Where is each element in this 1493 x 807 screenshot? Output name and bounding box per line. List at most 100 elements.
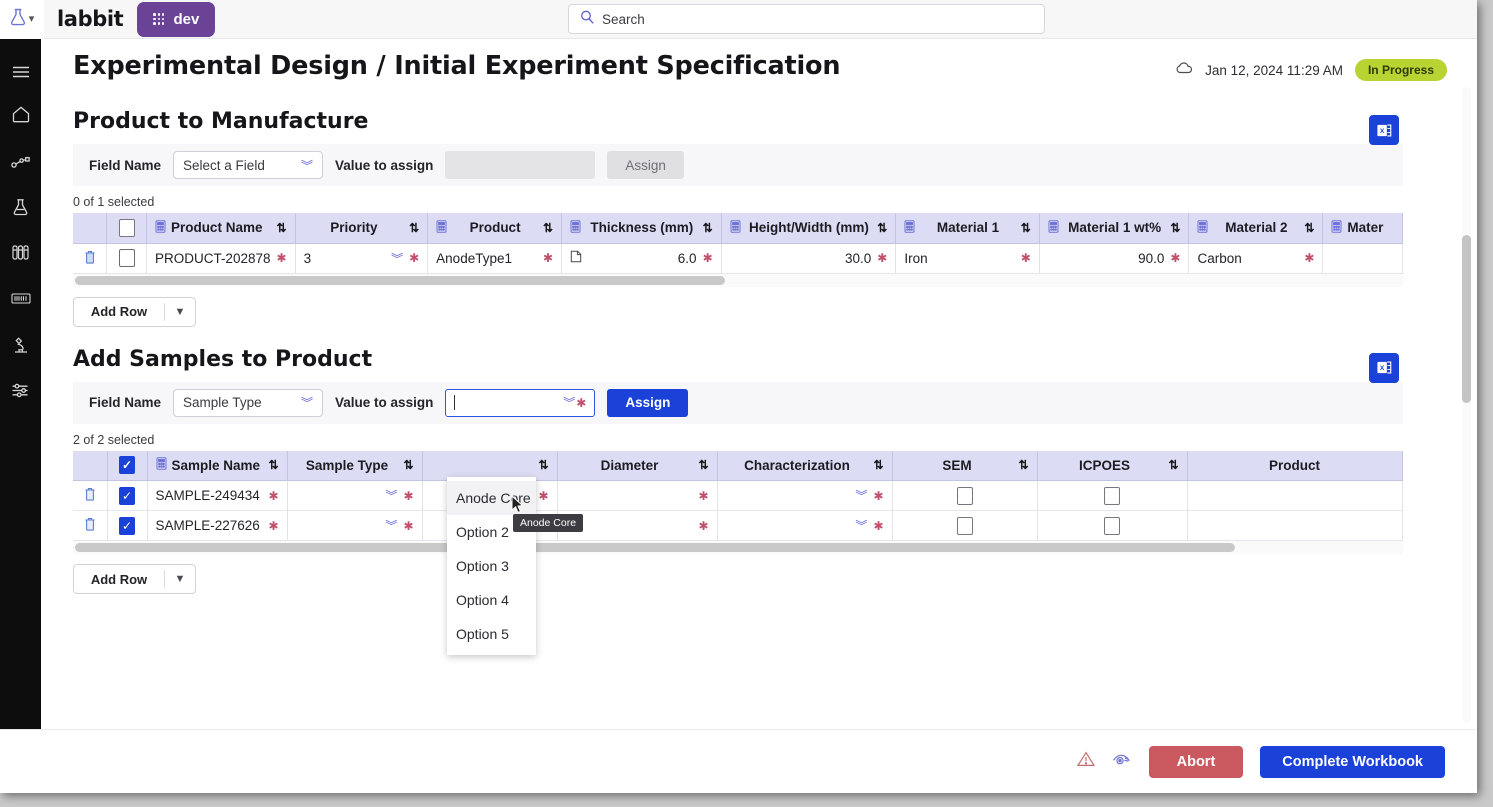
sort-icon[interactable]: ⇅ (1018, 458, 1028, 472)
add-row-button[interactable]: Add Row ▼ (73, 296, 196, 327)
col-thickness[interactable]: Thickness (mm) ⇅ (561, 213, 722, 244)
sort-icon[interactable]: ⇅ (277, 221, 287, 235)
cell-sample-type[interactable]: ︾ ✱ (287, 510, 423, 541)
sidebar-item-instruments[interactable] (0, 324, 41, 370)
sort-icon[interactable]: ⇅ (1021, 221, 1031, 235)
cell-priority[interactable]: 3 ︾ ✱ (295, 243, 429, 274)
row-checkbox[interactable] (118, 249, 135, 267)
sort-icon[interactable]: ⇅ (268, 458, 278, 472)
cell-characterization[interactable]: ︾ ✱ (717, 480, 893, 511)
cell-delete[interactable] (73, 510, 108, 541)
sem-checkbox[interactable] (956, 516, 973, 535)
sort-icon[interactable]: ⇅ (698, 458, 708, 472)
col-select-all[interactable]: ✓ (107, 450, 148, 481)
col-product-name[interactable]: Product Name ⇅ (146, 213, 296, 244)
scroll-thumb[interactable] (1462, 235, 1471, 403)
sort-icon[interactable]: ⇅ (1168, 458, 1178, 472)
select-all-checkbox[interactable] (118, 218, 135, 237)
value-to-assign-input[interactable] (445, 151, 596, 179)
sidebar-item-samples[interactable] (0, 232, 41, 278)
chevron-down-icon[interactable]: ︾ (391, 250, 403, 267)
col-obscured[interactable]: ⇅ (422, 450, 558, 481)
sidebar-item-menu-toggle[interactable] (0, 54, 41, 94)
select-all-checkbox[interactable]: ✓ (119, 456, 135, 475)
cell-product[interactable] (1187, 510, 1403, 541)
col-material-1-wt[interactable]: Material 1 wt% ⇅ (1039, 213, 1190, 244)
cell-material-1[interactable]: Iron ✱ (895, 243, 1040, 274)
cell-sem[interactable] (892, 480, 1038, 511)
complete-workbook-button[interactable]: Complete Workbook (1260, 745, 1445, 778)
chevron-down-icon[interactable]: ▼ (165, 573, 195, 585)
scroll-thumb[interactable] (75, 543, 1235, 552)
excel-export-icon[interactable]: X (1369, 115, 1399, 145)
chevron-down-icon[interactable]: ︾ (385, 487, 397, 504)
icpoes-checkbox[interactable] (1104, 486, 1120, 505)
eye-review-icon[interactable] (1112, 752, 1132, 771)
col-height-width[interactable]: Height/Width (mm) ⇅ (721, 213, 897, 244)
cell-characterization[interactable]: ︾ ✱ (717, 510, 893, 541)
cell-row-select[interactable]: ✓ (107, 480, 148, 511)
sort-icon[interactable]: ⇅ (1170, 221, 1180, 235)
cell-thickness[interactable]: 6.0 ✱ (561, 243, 722, 274)
sem-checkbox[interactable] (956, 486, 973, 505)
chevron-down-icon[interactable]: ︾ (563, 394, 575, 411)
sort-icon[interactable]: ⇅ (409, 221, 419, 235)
cell-product[interactable] (1187, 480, 1403, 511)
cell-diameter[interactable]: ✱ (557, 480, 718, 511)
cell-material-3-partial[interactable] (1322, 243, 1403, 274)
sort-icon[interactable]: ⇅ (543, 221, 553, 235)
field-name-select[interactable]: Select a Field ︾ (173, 151, 324, 179)
app-logo[interactable]: labbit (57, 7, 124, 31)
cell-sample-name[interactable]: SAMPLE-249434 ✱ (147, 480, 288, 511)
col-sample-name[interactable]: Sample Name ⇅ (147, 450, 288, 481)
field-name-select[interactable]: Sample Type ︾ (173, 388, 324, 417)
trash-icon[interactable] (84, 517, 96, 534)
row-checkbox[interactable]: ✓ (119, 516, 135, 535)
col-priority[interactable]: Priority ⇅ (295, 213, 429, 244)
chevron-down-icon[interactable]: ︾ (855, 517, 867, 534)
search-input[interactable]: Search (568, 4, 1045, 34)
products-table-hscrollbar[interactable] (73, 273, 1403, 287)
sidebar-item-workflows[interactable] (0, 140, 41, 186)
sort-icon[interactable]: ⇅ (703, 221, 713, 235)
cell-product[interactable]: AnodeType1 ✱ (427, 243, 563, 274)
col-material-1[interactable]: Material 1 ⇅ (895, 213, 1040, 244)
dropdown-affordance[interactable]: ︾ ✱ (563, 394, 586, 411)
col-material-3-partial[interactable]: Mater (1322, 213, 1403, 244)
dropdown-option-4[interactable]: Option 4 (447, 583, 536, 617)
cell-sample-type[interactable]: ︾ ✱ (287, 480, 423, 511)
col-material-2[interactable]: Material 2 ⇅ (1188, 213, 1324, 244)
cell-material-2[interactable]: Carbon ✱ (1188, 243, 1324, 274)
note-icon[interactable] (570, 250, 582, 266)
col-sem[interactable]: SEM ⇅ (892, 450, 1038, 481)
col-product[interactable]: Product (1187, 450, 1403, 481)
trash-icon[interactable] (84, 487, 96, 504)
sort-icon[interactable]: ⇅ (873, 458, 883, 472)
chevron-down-icon[interactable]: ︾ (855, 487, 867, 504)
icpoes-checkbox[interactable] (1104, 516, 1120, 535)
page-vscrollbar[interactable] (1462, 87, 1471, 723)
value-to-assign-input[interactable]: ︾ ✱ (445, 388, 596, 417)
cell-icpoes[interactable] (1037, 510, 1188, 541)
sidebar-item-barcodes[interactable] (0, 278, 41, 324)
cell-delete[interactable] (73, 243, 108, 274)
cell-row-select[interactable] (106, 243, 147, 274)
dropdown-option-3[interactable]: Option 3 (447, 549, 536, 583)
sidebar-item-home[interactable] (0, 94, 41, 140)
cell-sample-name[interactable]: SAMPLE-227626 ✱ (147, 510, 288, 541)
row-checkbox[interactable]: ✓ (119, 486, 135, 505)
col-product[interactable]: Product ⇅ (427, 213, 563, 244)
chevron-down-icon[interactable]: ▼ (165, 306, 195, 318)
sort-icon[interactable]: ⇅ (403, 458, 413, 472)
col-select-all[interactable] (106, 213, 147, 244)
trash-icon[interactable] (84, 250, 96, 267)
excel-export-icon[interactable]: X (1369, 352, 1399, 383)
sort-icon[interactable]: ⇅ (1304, 221, 1314, 235)
chevron-down-icon[interactable]: ︾ (385, 517, 397, 534)
sidebar-item-settings[interactable] (0, 370, 41, 416)
sort-icon[interactable]: ⇅ (877, 221, 887, 235)
cell-material-1-wt[interactable]: 90.0 ✱ (1039, 243, 1190, 274)
assign-button[interactable]: Assign (607, 151, 684, 179)
samples-table-hscrollbar[interactable] (73, 541, 1403, 554)
cell-icpoes[interactable] (1037, 480, 1188, 511)
